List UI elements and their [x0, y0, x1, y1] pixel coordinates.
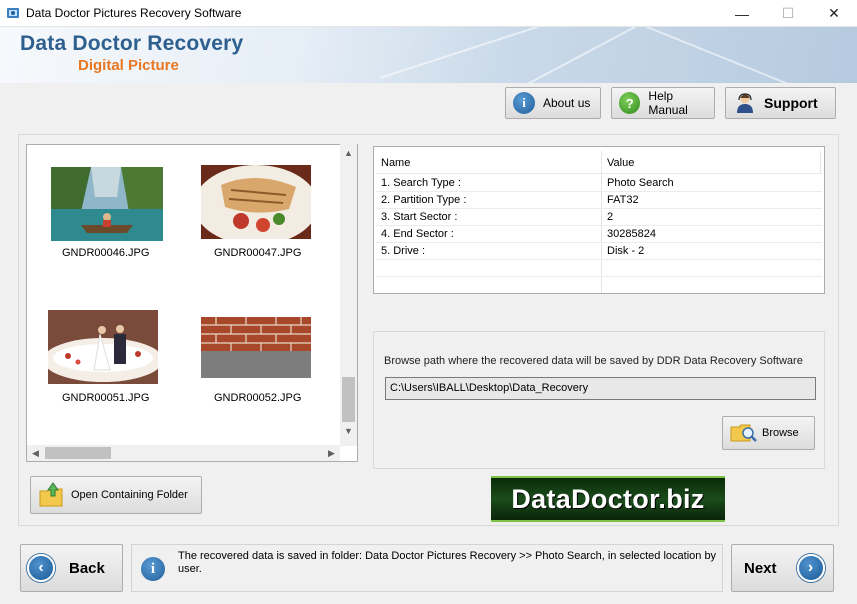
scroll-right-icon[interactable]: ▶: [323, 445, 340, 461]
horizontal-scroll-thumb[interactable]: [45, 447, 111, 459]
about-button[interactable]: i About us: [505, 87, 601, 119]
scroll-up-icon[interactable]: ▲: [340, 144, 357, 161]
maximize-button[interactable]: ☐: [765, 0, 811, 27]
banner-streak: [519, 27, 856, 83]
datadoctor-logo: DataDoctor.biz: [491, 476, 725, 522]
property-value: Photo Search: [607, 177, 674, 189]
table-row[interactable]: 4. End Sector : 30285824: [376, 226, 822, 243]
scroll-down-icon[interactable]: ▼: [340, 422, 357, 439]
save-hint-text: Browse path where the recovered data wil…: [384, 355, 803, 367]
help-manual-button[interactable]: ? Help Manual: [611, 87, 715, 119]
search-properties-table: Name Value 1. Search Type : Photo Search…: [373, 146, 825, 294]
table-header: Name Value: [376, 149, 822, 174]
column-divider: [820, 151, 821, 173]
status-bar: i The recovered data is saved in folder:…: [131, 544, 723, 592]
support-label: Support: [764, 95, 818, 111]
back-button[interactable]: ‹ Back: [20, 544, 123, 592]
status-message: The recovered data is saved in folder: D…: [178, 550, 717, 575]
next-button[interactable]: Next ›: [731, 544, 834, 592]
about-label: About us: [543, 96, 591, 110]
support-person-icon: [737, 93, 753, 113]
open-folder-icon: [39, 482, 63, 507]
property-name: 3. Start Sector :: [381, 211, 458, 223]
scroll-left-icon[interactable]: ◀: [27, 445, 44, 461]
window-title: Data Doctor Pictures Recovery Software: [26, 6, 242, 20]
thumbnail-GNDR00052[interactable]: [201, 317, 311, 378]
table-row-empty: [376, 260, 822, 277]
thumbnail-GNDR00047[interactable]: [201, 165, 311, 239]
help-label: Help Manual: [648, 89, 688, 117]
product-subtitle: Digital Picture: [78, 57, 179, 74]
property-value: 2: [607, 211, 614, 223]
recovered-files-gallery[interactable]: GNDR00046.JPG GNDR00047.JPG GNDR00051.JP…: [26, 144, 358, 462]
property-name: 2. Partition Type :: [381, 194, 467, 206]
table-row[interactable]: 2. Partition Type : FAT32: [376, 192, 822, 209]
save-path-field[interactable]: C:\Users\IBALL\Desktop\Data_Recovery: [385, 377, 816, 400]
thumbnail-caption: GNDR00046.JPG: [62, 247, 150, 259]
property-name: 5. Drive :: [381, 245, 426, 257]
browse-label: Browse: [762, 427, 799, 439]
app-icon: [7, 8, 19, 18]
property-value: Disk - 2: [607, 245, 645, 257]
minimize-button[interactable]: —: [719, 0, 765, 27]
property-value: 30285824: [607, 228, 656, 240]
help-icon: ?: [619, 92, 641, 114]
back-arrow-icon: ‹: [27, 554, 55, 582]
property-value: FAT32: [607, 194, 639, 206]
header-banner: Data Doctor Recovery Digital Picture: [0, 27, 857, 83]
boat-lake-photo-icon: [51, 167, 163, 241]
food-plate-photo-icon: [201, 165, 311, 239]
property-name: 4. End Sector :: [381, 228, 454, 240]
info-icon: i: [513, 92, 535, 114]
table-row[interactable]: 1. Search Type : Photo Search: [376, 175, 822, 192]
column-header-name[interactable]: Name: [381, 157, 410, 169]
back-label: Back: [69, 559, 105, 577]
info-icon: i: [141, 557, 165, 581]
logo-text: DataDoctor.biz: [511, 483, 705, 514]
property-name: 1. Search Type :: [381, 177, 461, 189]
banner-streak: [599, 27, 857, 83]
table-row[interactable]: 5. Drive : Disk - 2: [376, 243, 822, 260]
support-button[interactable]: Support: [725, 87, 836, 119]
vertical-scroll-thumb[interactable]: [342, 377, 355, 422]
column-header-value[interactable]: Value: [607, 157, 634, 169]
thumbnail-GNDR00051[interactable]: [48, 310, 158, 384]
browse-button[interactable]: Browse: [722, 416, 815, 450]
title-bar: Data Doctor Pictures Recovery Software —…: [0, 0, 857, 27]
gallery-horizontal-scrollbar[interactable]: ◀ ▶: [27, 445, 340, 461]
save-location-panel: Browse path where the recovered data wil…: [373, 331, 825, 469]
gallery-vertical-scrollbar[interactable]: ▲ ▼: [340, 144, 357, 446]
table-row[interactable]: 3. Start Sector : 2: [376, 209, 822, 226]
thumbnail-caption: GNDR00051.JPG: [62, 392, 150, 404]
thumbnail-caption: GNDR00047.JPG: [214, 247, 302, 259]
next-label: Next: [744, 559, 777, 577]
close-button[interactable]: ✕: [811, 0, 857, 27]
wedding-cake-photo-icon: [48, 310, 158, 384]
brick-wall-photo-icon: [201, 317, 311, 378]
thumbnail-GNDR00046[interactable]: [51, 167, 163, 241]
folder-search-icon: [730, 424, 757, 442]
thumbnail-caption: GNDR00052.JPG: [214, 392, 302, 404]
next-arrow-icon: ›: [796, 554, 825, 582]
open-folder-label: Open Containing Folder: [71, 489, 188, 501]
open-containing-folder-button[interactable]: Open Containing Folder: [30, 476, 202, 514]
brand-title: Data Doctor Recovery: [20, 32, 244, 55]
